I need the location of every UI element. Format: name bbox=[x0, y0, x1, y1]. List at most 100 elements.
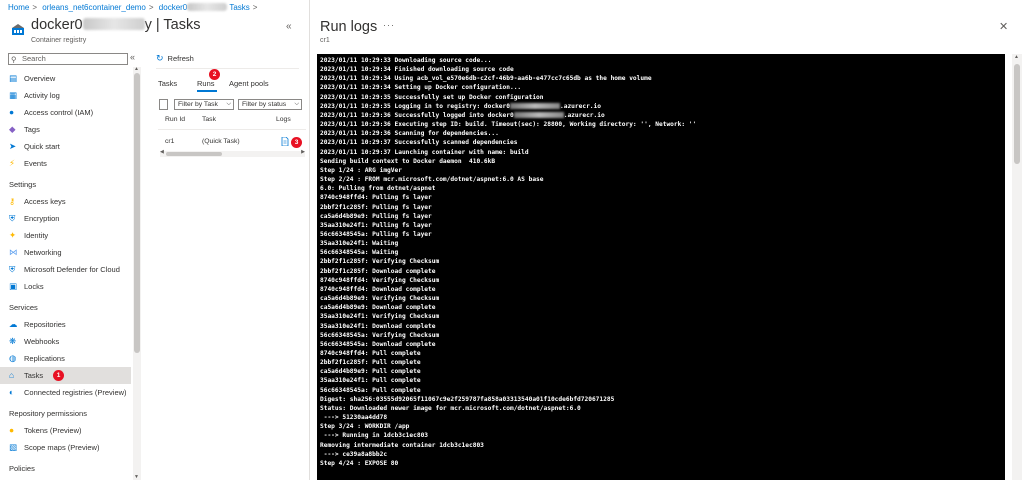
breadcrumb-home[interactable]: Home bbox=[8, 3, 29, 12]
log-line: 35aa310e24f1: Pull complete bbox=[320, 377, 421, 385]
log-line: 2023/01/11 10:29:33 Downloading source c… bbox=[320, 57, 492, 64]
webhook-icon: ❋ bbox=[9, 336, 17, 346]
connected-icon: ◐ bbox=[9, 387, 15, 397]
tab-tasks[interactable]: Tasks bbox=[158, 79, 177, 88]
log-line: Step 3/24 : WORKDIR /app bbox=[320, 423, 410, 431]
sidebar-item-label: Quick start bbox=[24, 142, 60, 151]
log-line: ---> 51230aa4dd78 bbox=[320, 414, 388, 422]
column-header-task[interactable]: Task bbox=[202, 116, 216, 123]
log-line: 8740c948ffd4: Pull complete bbox=[320, 350, 421, 357]
collapse-menu-button[interactable]: « bbox=[286, 21, 292, 32]
column-header-logs[interactable]: Logs bbox=[276, 116, 291, 123]
step-badge: 2 bbox=[209, 69, 220, 80]
log-line: 56c66348545a: Pull complete bbox=[320, 386, 421, 394]
more-options-icon[interactable]: ··· bbox=[383, 20, 395, 30]
activity-log-icon: ▦ bbox=[9, 90, 18, 100]
nav-section-header: Repository permissions bbox=[9, 409, 87, 418]
container-registry-icon bbox=[12, 24, 24, 35]
sidebar-item-tokens-preview[interactable]: ● Tokens (Preview) bbox=[0, 422, 131, 439]
sidebar-item-label: Activity log bbox=[24, 91, 60, 100]
sidebar-item-overview[interactable]: ▤ Overview bbox=[0, 70, 131, 87]
sidebar-item-scope-maps-preview[interactable]: ▧ Scope maps (Preview) bbox=[0, 439, 131, 456]
sidebar-item-events[interactable]: ⚡ Events bbox=[0, 155, 131, 172]
log-line: 35aa310e24f1: Waiting bbox=[320, 240, 399, 248]
sidebar-item-microsoft-defender-for-cloud[interactable]: ⛨ Microsoft Defender for Cloud bbox=[0, 261, 131, 278]
scroll-up-icon[interactable]: ▲ bbox=[134, 66, 139, 72]
sidebar-item-label: Repositories bbox=[24, 320, 66, 329]
breadcrumb-tasks[interactable]: Tasks bbox=[229, 3, 249, 12]
sidebar-item-label: Microsoft Defender for Cloud bbox=[24, 265, 120, 274]
sidebar-item-access-control-iam[interactable]: ● Access control (IAM) bbox=[0, 104, 131, 121]
run-id-link[interactable]: cr1 bbox=[165, 138, 174, 145]
redacted-text bbox=[513, 111, 564, 118]
sidebar-item-tags[interactable]: ◆ Tags bbox=[0, 121, 131, 138]
sidebar-item-label: Scope maps (Preview) bbox=[24, 443, 100, 452]
lightning-icon: ⚡ bbox=[9, 158, 15, 168]
resource-type: Container registry bbox=[31, 37, 87, 44]
defender-icon: ⛨ bbox=[9, 264, 16, 274]
refresh-button[interactable]: ↻ Refresh bbox=[156, 53, 194, 64]
log-line: ---> ce39a8a8bb2c bbox=[320, 450, 388, 458]
sidebar-item-activity-log[interactable]: ▦ Activity log bbox=[0, 87, 131, 104]
log-line: 2023/01/11 10:29:36 Successfully logged … bbox=[320, 111, 605, 119]
close-icon[interactable]: ✕ bbox=[999, 20, 1008, 33]
log-file-icon[interactable] bbox=[281, 137, 289, 146]
log-line: 2023/01/11 10:29:34 Using acb_vol_e570e6… bbox=[320, 75, 652, 83]
sidebar-item-label: Access keys bbox=[24, 197, 66, 206]
log-line: 8740c948ffd4: Pulling fs layer bbox=[320, 194, 432, 202]
nav-scrollbar[interactable]: ▲ ▼ bbox=[133, 66, 141, 480]
table-scrollbar[interactable]: ◀ ▶ bbox=[160, 149, 305, 157]
sidebar-item-tasks[interactable]: ⌂ Tasks 1 bbox=[0, 367, 131, 384]
sidebar-item-label: Tags bbox=[24, 125, 40, 134]
sidebar-item-webhooks[interactable]: ❋ Webhooks bbox=[0, 333, 131, 350]
log-scrollbar[interactable]: ▲ bbox=[1012, 54, 1022, 480]
log-line: 6.0: Pulling from dotnet/aspnet bbox=[320, 185, 436, 193]
log-line: 2023/01/11 10:29:35 Logging in to regist… bbox=[320, 102, 601, 110]
log-line: ca5a6d4b89e9: Download complete bbox=[320, 304, 436, 312]
shield-icon: ⛨ bbox=[9, 213, 16, 223]
redacted-text bbox=[510, 102, 560, 109]
sidebar-item-label: Locks bbox=[24, 282, 44, 291]
sidebar-item-networking[interactable]: ⋈ Networking bbox=[0, 244, 131, 261]
tab-agent-pools[interactable]: Agent pools bbox=[229, 79, 269, 88]
sidebar-item-access-keys[interactable]: ⚷ Access keys bbox=[0, 193, 131, 210]
breadcrumb-demo[interactable]: orleans_net6container_demo bbox=[42, 3, 146, 12]
log-line: ca5a6d4b89e9: Pulling fs layer bbox=[320, 212, 432, 220]
scroll-down-icon[interactable]: ▼ bbox=[134, 474, 139, 480]
sidebar-item-identity[interactable]: ✦ Identity bbox=[0, 227, 131, 244]
select-all-checkbox[interactable] bbox=[159, 99, 168, 110]
sidebar-item-locks[interactable]: ▣ Locks bbox=[0, 278, 131, 295]
sidebar-item-quick-start[interactable]: ➤ Quick start bbox=[0, 138, 131, 155]
sidebar-item-repositories[interactable]: ☁ Repositories bbox=[0, 316, 131, 333]
log-line: 8740c948ffd4: Download complete bbox=[320, 285, 436, 293]
log-console[interactable]: 2023/01/11 10:29:33 Downloading source c… bbox=[317, 54, 1005, 480]
task-cell: (Quick Task) bbox=[202, 138, 240, 145]
resource-menu: ⚲ Search « ▤ Overview ▦ Activity log ● Access… bbox=[0, 49, 143, 480]
overview-icon: ▤ bbox=[9, 73, 18, 83]
column-header-run-id[interactable]: Run Id bbox=[165, 116, 185, 123]
scope-map-icon: ▧ bbox=[9, 442, 18, 452]
sidebar-item-replications[interactable]: ◍ Replications bbox=[0, 350, 131, 367]
tab-runs[interactable]: Runs bbox=[197, 79, 215, 88]
registry-icon: ⌂ bbox=[9, 370, 15, 380]
log-line: Status: Downloaded newer image for mcr.m… bbox=[320, 404, 581, 412]
breadcrumb-registry[interactable]: docker0 bbox=[159, 3, 228, 12]
collapse-nav-button[interactable]: « bbox=[130, 52, 135, 62]
sidebar-item-label: Webhooks bbox=[24, 337, 60, 346]
filter-by-status-dropdown[interactable]: Filter by status ⌵ bbox=[238, 99, 302, 110]
log-line: ca5a6d4b89e9: Pull complete bbox=[320, 368, 421, 376]
log-line: Digest: sha256:03555d92065f11067c9e2f259… bbox=[320, 395, 615, 403]
sidebar-item-encryption[interactable]: ⛨ Encryption bbox=[0, 210, 131, 227]
sidebar-item-label: Overview bbox=[24, 74, 56, 83]
globe-icon: ◍ bbox=[9, 353, 17, 363]
log-line: 2bbf2f1c285f: Download complete bbox=[320, 267, 436, 275]
nav-section-header: Services bbox=[9, 303, 38, 312]
rocket-icon: ➤ bbox=[9, 141, 17, 151]
breadcrumb: Home > orleans_net6container_demo > docker… bbox=[8, 3, 258, 12]
filter-by-task-dropdown[interactable]: Filter by Task ⌵ bbox=[174, 99, 234, 110]
sidebar-item-label: Tokens (Preview) bbox=[24, 426, 82, 435]
log-line: 56c66348545a: Waiting bbox=[320, 249, 399, 257]
sidebar-item-connected-registries-preview[interactable]: ◐ Connected registries (Preview) bbox=[0, 384, 131, 401]
log-line: Removing intermediate container 1dcb3c1e… bbox=[320, 441, 484, 449]
search-input[interactable]: ⚲ Search bbox=[8, 53, 128, 65]
